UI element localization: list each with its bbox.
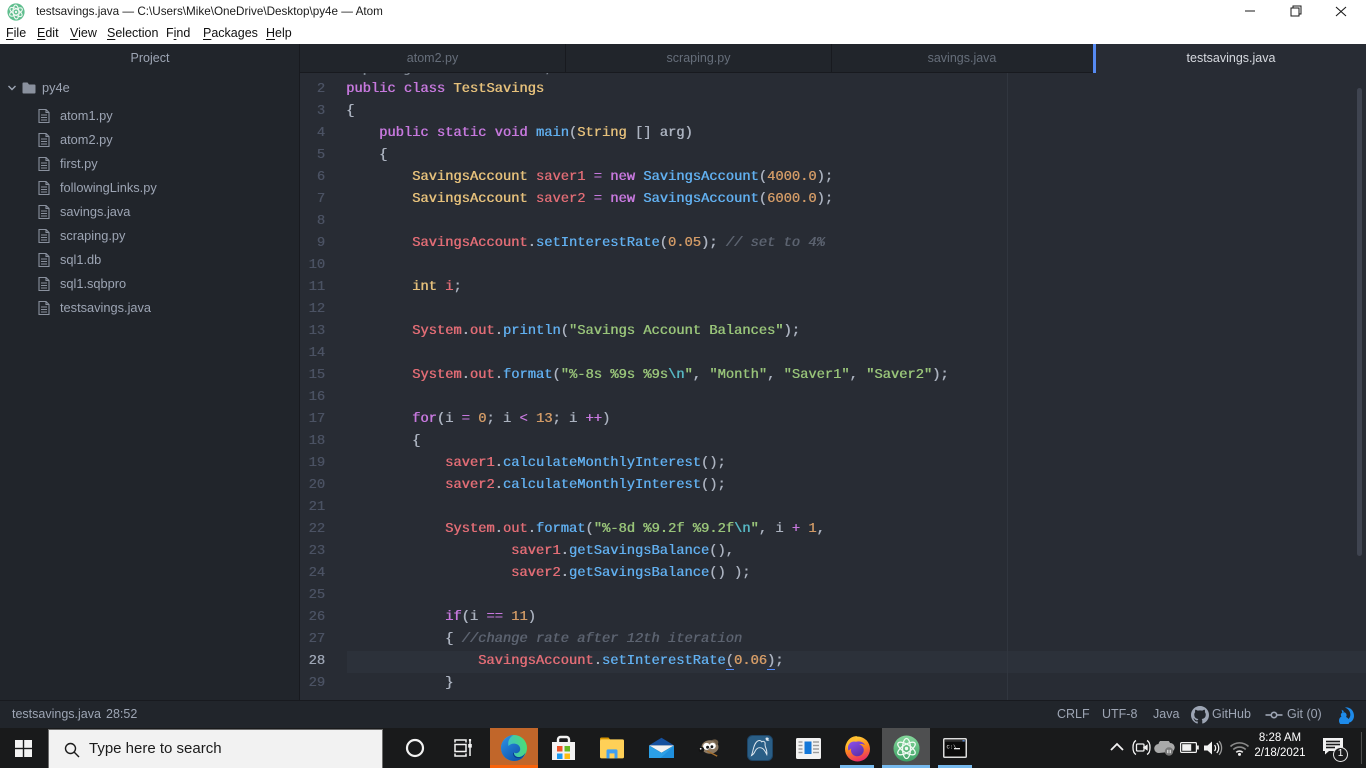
svg-text:C:\: C:\ — [947, 744, 957, 751]
